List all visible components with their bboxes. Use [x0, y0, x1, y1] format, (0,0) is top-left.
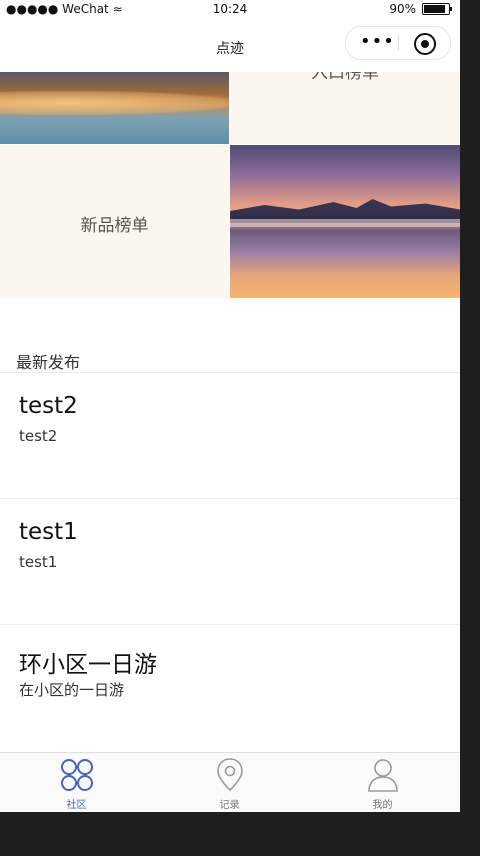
list-item[interactable]: 环小区一日游 在小区的一日游 — [0, 624, 460, 750]
location-pin-icon — [216, 758, 243, 792]
list-item[interactable]: test1 test1 — [0, 498, 460, 624]
tile-new-products[interactable]: 新品榜单 — [0, 145, 229, 298]
close-target-icon[interactable] — [414, 33, 436, 55]
tile-ranking-label: 入口榜单 — [311, 72, 379, 83]
post-title: test1 — [19, 519, 78, 545]
screen-frame-right — [460, 0, 480, 856]
battery-percent: 90% — [389, 2, 416, 16]
post-list: test2 test2 test1 test1 环小区一日游 在小区的一日游 — [0, 372, 460, 750]
post-subtitle: 在小区的一日游 — [19, 681, 125, 699]
tab-label: 社区 — [66, 800, 87, 811]
post-title: 环小区一日游 — [19, 652, 157, 678]
navigation-bar: 点迹 ••• — [0, 20, 460, 72]
section-title-latest: 最新发布 — [16, 353, 81, 372]
post-subtitle: test1 — [19, 553, 58, 571]
tab-mine[interactable]: 我的 — [306, 753, 459, 812]
community-grid-icon — [60, 759, 93, 791]
ranking-grid: 入口榜单 新品榜单 — [0, 72, 460, 298]
bottom-tab-bar: 社区 记录 我的 — [0, 752, 460, 812]
tile-ranking-entry[interactable]: 入口榜单 — [230, 72, 460, 144]
user-profile-icon — [367, 759, 398, 792]
status-bar: ●●●●● WeChat ≈ 10:24 90% — [0, 0, 460, 20]
list-item[interactable]: test2 test2 — [0, 372, 460, 498]
tab-community[interactable]: 社区 — [0, 753, 153, 812]
banner-image-sunset-clouds[interactable] — [0, 72, 229, 144]
tile-new-products-label: 新品榜单 — [80, 216, 149, 236]
battery-icon — [422, 3, 452, 15]
tab-records[interactable]: 记录 — [153, 753, 306, 812]
tab-label: 记录 — [219, 800, 240, 811]
banner-image-lake[interactable] — [230, 145, 460, 298]
post-title: test2 — [19, 393, 78, 419]
battery-indicator: 90% — [389, 2, 452, 16]
capsule-divider — [398, 35, 399, 51]
post-subtitle: test2 — [19, 427, 58, 445]
miniprogram-capsule: ••• — [345, 26, 451, 60]
phone-screen: ●●●●● WeChat ≈ 10:24 90% 点迹 ••• 入口榜单 新品榜… — [0, 0, 460, 812]
screen-frame-bottom — [0, 812, 480, 856]
more-menu-icon[interactable]: ••• — [360, 33, 395, 51]
tab-label: 我的 — [372, 800, 393, 811]
